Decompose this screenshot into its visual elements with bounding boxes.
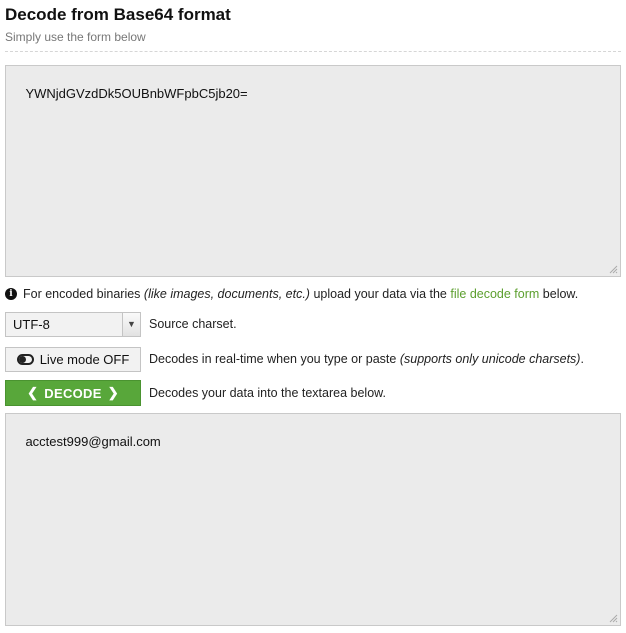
- resize-grip-icon[interactable]: [609, 614, 618, 623]
- page-title: Decode from Base64 format: [5, 5, 231, 24]
- live-mode-desc-end: .: [580, 352, 584, 366]
- charset-select[interactable]: UTF-8 ▼: [5, 311, 141, 337]
- info-suffix: below.: [542, 287, 579, 301]
- info-icon: i: [5, 288, 17, 300]
- decode-row: ❮ DECODE ❯ Decodes your data into the te…: [5, 380, 386, 406]
- output-text: acctest999@gmail.com: [25, 434, 161, 449]
- charset-description: Source charset.: [149, 317, 237, 331]
- binary-info-note: i For encoded binaries (like images, doc…: [5, 286, 578, 302]
- chevron-down-icon[interactable]: ▼: [122, 312, 140, 336]
- decode-description: Decodes your data into the textarea belo…: [149, 386, 386, 400]
- decode-button[interactable]: ❮ DECODE ❯: [5, 380, 141, 406]
- file-decode-form-link[interactable]: file decode form: [450, 287, 539, 301]
- live-mode-toggle-button[interactable]: Live mode OFF: [5, 346, 141, 372]
- charset-row: UTF-8 ▼ Source charset.: [5, 311, 237, 337]
- info-italic: (like images, documents, etc.): [143, 287, 310, 301]
- chevron-left-icon: ❮: [27, 385, 39, 400]
- input-text: YWNjdGVzdDk5OUBnbWFpbC5jb20=: [25, 86, 248, 101]
- page: Decode from Base64 format Simply use the…: [0, 0, 626, 633]
- header-divider: [5, 51, 621, 52]
- live-mode-desc-italic: (supports only unicode charsets): [399, 352, 581, 366]
- live-mode-row: Live mode OFF Decodes in real-time when …: [5, 346, 584, 372]
- toggle-icon: [16, 353, 34, 365]
- live-mode-description: Decodes in real-time when you type or pa…: [149, 352, 584, 366]
- resize-grip-icon[interactable]: [609, 265, 618, 274]
- info-middle: upload your data via the: [313, 287, 447, 301]
- decoded-output-textarea[interactable]: acctest999@gmail.com: [5, 413, 621, 626]
- page-subtitle: Simply use the form below: [5, 30, 146, 44]
- chevron-right-icon: ❯: [107, 385, 119, 400]
- live-mode-label: Live mode OFF: [39, 351, 130, 367]
- charset-selected-value: UTF-8: [13, 316, 50, 332]
- live-mode-desc-text: Decodes in real-time when you type or pa…: [149, 352, 400, 366]
- base64-input-textarea[interactable]: YWNjdGVzdDk5OUBnbWFpbC5jb20=: [5, 65, 621, 277]
- info-prefix: For encoded binaries: [23, 287, 141, 301]
- decode-label: DECODE: [44, 385, 102, 401]
